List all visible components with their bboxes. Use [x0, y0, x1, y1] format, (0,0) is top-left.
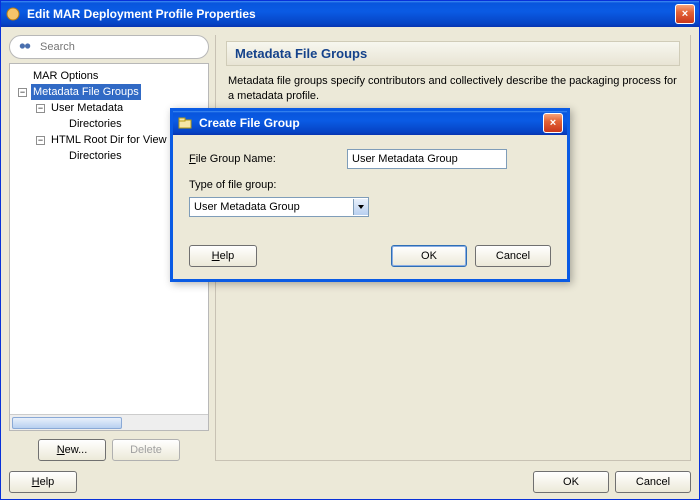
create-file-group-dialog: Create File Group × File Group Name: Typ…: [170, 108, 570, 282]
tree-item-label: HTML Root Dir for View: [49, 132, 169, 148]
tree-item-label: Metadata File Groups: [31, 84, 141, 100]
dialog-icon: [177, 115, 193, 131]
app-icon: [5, 6, 21, 22]
file-group-type-select[interactable]: User Metadata Group: [189, 197, 369, 217]
window-title: Edit MAR Deployment Profile Properties: [27, 7, 675, 21]
tree-item[interactable]: −Metadata File Groups: [12, 84, 208, 100]
tree-item-label: MAR Options: [31, 68, 100, 84]
horizontal-scrollbar[interactable]: [10, 414, 208, 430]
binoculars-icon: [18, 39, 32, 56]
name-label: File Group Name:: [189, 153, 339, 165]
select-value: User Metadata Group: [194, 201, 300, 213]
ok-button[interactable]: OK: [533, 471, 609, 493]
panel-title: Metadata File Groups: [226, 41, 680, 66]
dialog-close-button[interactable]: ×: [543, 113, 563, 133]
collapse-icon[interactable]: −: [36, 136, 45, 145]
dialog-help-button[interactable]: Help: [189, 245, 257, 267]
collapse-icon[interactable]: −: [36, 104, 45, 113]
dialog-titlebar[interactable]: Create File Group ×: [173, 111, 567, 135]
dialog-title: Create File Group: [199, 116, 543, 130]
dialog-ok-button[interactable]: OK: [391, 245, 467, 267]
file-group-name-input[interactable]: [347, 149, 507, 169]
tree-item-label: Directories: [67, 148, 124, 164]
spacer: [265, 245, 383, 267]
close-icon: ×: [550, 117, 556, 129]
close-icon: ×: [682, 8, 688, 20]
scrollbar-thumb[interactable]: [12, 417, 122, 429]
tree-item-label: Directories: [67, 116, 124, 132]
search-box[interactable]: [9, 35, 209, 59]
delete-button: Delete: [112, 439, 180, 461]
sidebar-button-row: New... Delete: [9, 435, 209, 461]
dialog-cancel-button[interactable]: Cancel: [475, 245, 551, 267]
main-titlebar[interactable]: Edit MAR Deployment Profile Properties ×: [1, 1, 699, 27]
panel-description: Metadata file groups specify contributor…: [226, 66, 680, 113]
type-label: Type of file group:: [189, 179, 276, 191]
name-row: File Group Name:: [189, 149, 551, 169]
dialog-body: File Group Name: Type of file group: Use…: [173, 135, 567, 279]
dialog-button-row: Help OK Cancel: [189, 227, 551, 267]
tree-item[interactable]: MAR Options: [12, 68, 208, 84]
new-button[interactable]: New...: [38, 439, 106, 461]
cancel-button[interactable]: Cancel: [615, 471, 691, 493]
chevron-down-icon: [353, 199, 368, 215]
collapse-icon[interactable]: −: [18, 88, 27, 97]
bottom-bar: Help OK Cancel: [9, 467, 691, 493]
search-input[interactable]: [38, 40, 200, 54]
type-row: Type of file group: User Metadata Group: [189, 179, 551, 217]
spacer: [77, 471, 533, 493]
tree-item-label: User Metadata: [49, 100, 125, 116]
close-button[interactable]: ×: [675, 4, 695, 24]
help-button[interactable]: Help: [9, 471, 77, 493]
